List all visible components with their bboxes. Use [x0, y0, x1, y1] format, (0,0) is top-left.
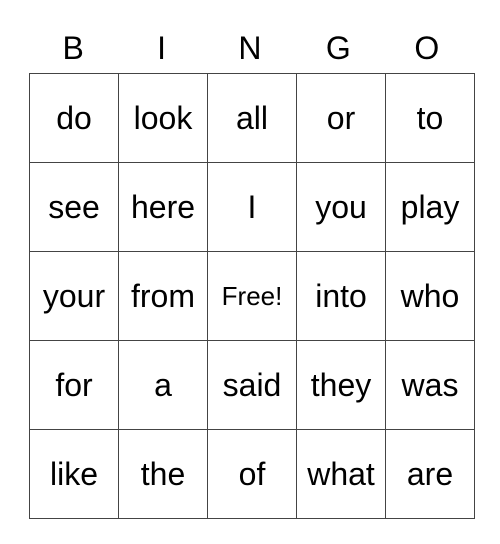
bingo-cell[interactable]: I: [207, 162, 297, 252]
bingo-cell[interactable]: of: [207, 429, 297, 519]
header-letter-n: N: [238, 30, 262, 66]
header-letter-i: I: [157, 30, 167, 66]
bingo-cell[interactable]: from: [118, 251, 208, 341]
bingo-cell[interactable]: what: [296, 429, 386, 519]
grid-row: like the of what are: [29, 429, 475, 519]
grid-row: for a said they was: [29, 340, 475, 430]
bingo-cell[interactable]: said: [207, 340, 297, 430]
bingo-cell[interactable]: see: [29, 162, 119, 252]
bingo-cell[interactable]: they: [296, 340, 386, 430]
header-letter-g: G: [325, 30, 351, 66]
bingo-cell[interactable]: was: [385, 340, 475, 430]
bingo-cell[interactable]: look: [118, 73, 208, 163]
bingo-cell[interactable]: for: [29, 340, 119, 430]
bingo-header: B I N G O: [29, 26, 471, 70]
bingo-grid: do look all or to see here Iyou play your from Free…: [29, 73, 475, 519]
bingo-cell[interactable]: like: [29, 429, 119, 519]
free-cell[interactable]: Free!: [207, 251, 297, 341]
bingo-cell[interactable]: here: [118, 162, 208, 252]
bingo-cell[interactable]: do: [29, 73, 119, 163]
bingo-cell[interactable]: to: [385, 73, 475, 163]
grid-row: see here Iyou play: [29, 162, 475, 252]
bingo-cell[interactable]: are: [385, 429, 475, 519]
bingo-cell[interactable]: into: [296, 251, 386, 341]
bingo-cell[interactable]: all: [207, 73, 297, 163]
bingo-cell[interactable]: or: [296, 73, 386, 163]
grid-row: do look all or to: [29, 73, 475, 163]
grid-row: your from Free! into who: [29, 251, 475, 341]
bingo-cell[interactable]: play: [385, 162, 475, 252]
header-letter-b: B: [62, 30, 84, 66]
bingo-cell[interactable]: the: [118, 429, 208, 519]
header-letter-o: O: [414, 30, 440, 66]
bingo-cell[interactable]: who: [385, 251, 475, 341]
bingo-cell[interactable]: you: [296, 162, 386, 252]
bingo-cell[interactable]: your: [29, 251, 119, 341]
bingo-cell[interactable]: a: [118, 340, 208, 430]
